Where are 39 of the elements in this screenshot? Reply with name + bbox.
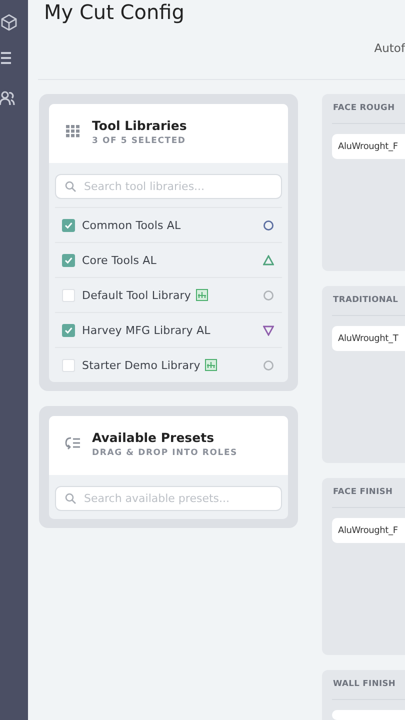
library-item[interactable]: Harvey MFG Library AL bbox=[55, 312, 282, 347]
library-item[interactable]: Common Tools AL bbox=[55, 207, 282, 242]
library-item[interactable]: Starter Demo Library bbox=[55, 347, 282, 382]
search-icon bbox=[65, 493, 76, 504]
library-name: Default Tool Library bbox=[82, 288, 192, 302]
cube-icon[interactable] bbox=[0, 13, 18, 31]
panel-subtitle: DRAG & DROP INTO ROLES bbox=[92, 448, 238, 458]
panel-subtitle: 3 OF 5 SELECTED bbox=[92, 136, 187, 146]
grid-icon bbox=[65, 123, 81, 139]
library-name: Harvey MFG Library AL bbox=[82, 324, 210, 336]
page-title: My Cut Config bbox=[44, 0, 186, 24]
panel-title: Tool Libraries bbox=[92, 118, 187, 133]
library-name: Core Tools AL bbox=[82, 254, 157, 266]
library-item[interactable]: Core Tools AL bbox=[55, 242, 282, 277]
checkmark-icon bbox=[64, 256, 73, 264]
search-icon bbox=[65, 181, 76, 192]
library-name: Common Tools AL bbox=[82, 218, 181, 232]
search-field[interactable]: Search available presets... bbox=[55, 486, 282, 511]
checkbox[interactable] bbox=[62, 324, 75, 336]
role-title: FACE ROUGH bbox=[332, 94, 405, 124]
checkmark-icon bbox=[64, 220, 73, 230]
preset-chip[interactable]: AluWrought_F bbox=[332, 518, 405, 543]
role-title: WALL FINISH bbox=[332, 670, 405, 700]
checkmark-icon bbox=[64, 326, 73, 334]
checkbox[interactable] bbox=[62, 288, 75, 302]
role-title: FACE FINISH bbox=[332, 478, 405, 508]
list-arrow-icon bbox=[65, 435, 81, 451]
toolbar-label: Autof bbox=[374, 40, 405, 54]
library-name: Starter Demo Library bbox=[82, 358, 200, 372]
checkbox[interactable] bbox=[62, 218, 75, 232]
role-title: TRADITIONAL bbox=[332, 286, 405, 316]
search-field[interactable]: Search tool libraries... bbox=[55, 174, 282, 199]
preset-chip[interactable]: AluWrought_T bbox=[332, 326, 405, 351]
people-icon[interactable] bbox=[0, 89, 16, 107]
checkbox[interactable] bbox=[62, 358, 75, 372]
preset-chip[interactable]: AluWrought_F bbox=[332, 134, 405, 159]
panel-title: Available Presets bbox=[92, 430, 216, 445]
library-item[interactable]: Default Tool Library bbox=[55, 277, 282, 312]
checkbox[interactable] bbox=[62, 254, 75, 266]
